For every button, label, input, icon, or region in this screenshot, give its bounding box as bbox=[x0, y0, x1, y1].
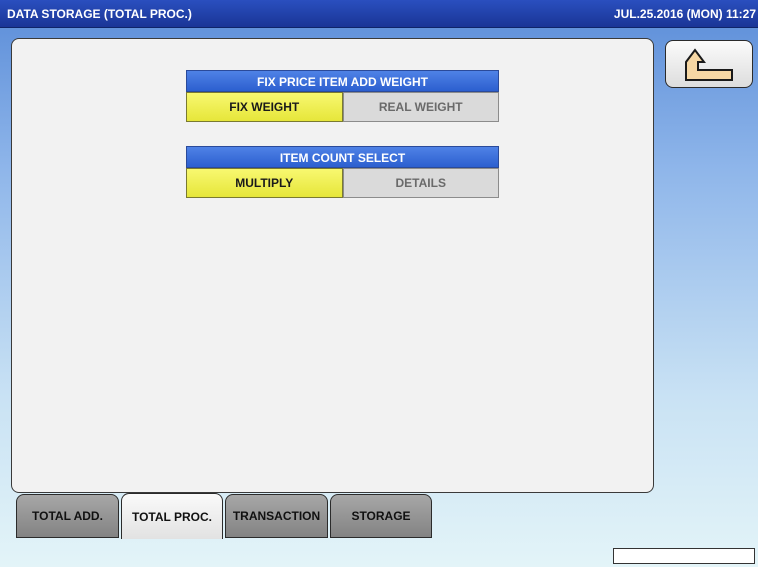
tab-total-proc[interactable]: TOTAL PROC. bbox=[121, 493, 223, 539]
tab-total-add[interactable]: TOTAL ADD. bbox=[16, 494, 119, 538]
window-title: DATA STORAGE (TOTAL PROC.) bbox=[7, 7, 192, 21]
tab-storage[interactable]: STORAGE bbox=[330, 494, 432, 538]
real-weight-option[interactable]: REAL WEIGHT bbox=[342, 92, 499, 122]
title-bar: DATA STORAGE (TOTAL PROC.) JUL.25.2016 (… bbox=[0, 0, 758, 28]
group-header-item-count-select: ITEM COUNT SELECT bbox=[186, 146, 499, 168]
tab-transaction[interactable]: TRANSACTION bbox=[225, 494, 328, 538]
status-field bbox=[613, 548, 755, 564]
fix-weight-option[interactable]: FIX WEIGHT bbox=[186, 92, 343, 122]
option-row: MULTIPLY DETAILS bbox=[186, 168, 499, 198]
multiply-option[interactable]: MULTIPLY bbox=[186, 168, 343, 198]
date-time: JUL.25.2016 (MON) 11:27 bbox=[613, 7, 756, 21]
return-arrow-icon bbox=[685, 48, 733, 81]
main-panel: FIX PRICE ITEM ADD WEIGHT FIX WEIGHT REA… bbox=[11, 38, 654, 493]
item-count-select-group: ITEM COUNT SELECT MULTIPLY DETAILS bbox=[186, 146, 499, 198]
fix-price-item-add-weight-group: FIX PRICE ITEM ADD WEIGHT FIX WEIGHT REA… bbox=[186, 70, 499, 122]
group-header-fix-price-item-add-weight: FIX PRICE ITEM ADD WEIGHT bbox=[186, 70, 499, 92]
option-row: FIX WEIGHT REAL WEIGHT bbox=[186, 92, 499, 122]
back-button[interactable] bbox=[665, 40, 753, 88]
details-option[interactable]: DETAILS bbox=[342, 168, 499, 198]
